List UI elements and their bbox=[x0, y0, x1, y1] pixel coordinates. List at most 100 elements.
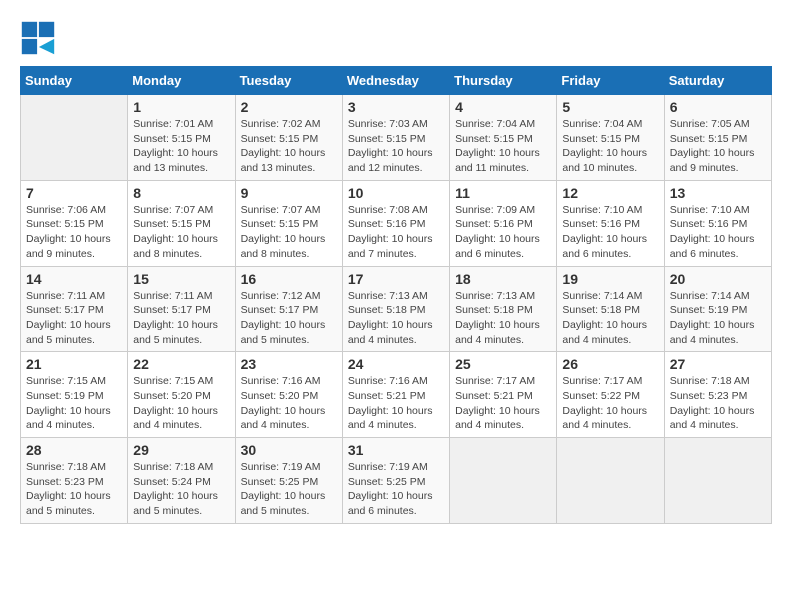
day-number: 13 bbox=[670, 185, 766, 201]
calendar-cell bbox=[21, 95, 128, 181]
day-number: 3 bbox=[348, 99, 444, 115]
logo bbox=[20, 20, 62, 56]
day-number: 22 bbox=[133, 356, 229, 372]
calendar-cell: 6 Sunrise: 7:05 AMSunset: 5:15 PMDaylight… bbox=[664, 95, 771, 181]
calendar-cell: 1Sunrise: 7:01 AMSunset: 5:15 PMDaylight… bbox=[128, 95, 235, 181]
day-info: Sunrise: 7:18 AMSunset: 5:24 PMDaylight:… bbox=[133, 460, 229, 519]
header-cell-tuesday: Tuesday bbox=[235, 67, 342, 95]
calendar-cell: 20Sunrise: 7:14 AMSunset: 5:19 PMDayligh… bbox=[664, 266, 771, 352]
day-number: 24 bbox=[348, 356, 444, 372]
calendar-cell bbox=[664, 438, 771, 524]
day-info: Sunrise: 7:02 AMSunset: 5:15 PMDaylight:… bbox=[241, 117, 337, 176]
day-number: 16 bbox=[241, 271, 337, 287]
calendar-cell: 4Sunrise: 7:04 AMSunset: 5:15 PMDaylight… bbox=[450, 95, 557, 181]
header-cell-saturday: Saturday bbox=[664, 67, 771, 95]
day-info: Sunrise: 7:17 AMSunset: 5:22 PMDaylight:… bbox=[562, 374, 658, 433]
day-info: Sunrise: 7:15 AMSunset: 5:20 PMDaylight:… bbox=[133, 374, 229, 433]
day-info: Sunrise: 7:14 AMSunset: 5:19 PMDaylight:… bbox=[670, 289, 766, 348]
calendar-cell: 28 Sunrise: 7:18 AMSunset: 5:23 PMDayligh… bbox=[21, 438, 128, 524]
day-number: 31 bbox=[348, 442, 444, 458]
calendar-cell: 24 Sunrise: 7:16 AMSunset: 5:21 PMDayligh… bbox=[342, 352, 449, 438]
day-info: Sunrise: 7:17 AMSunset: 5:21 PMDaylight:… bbox=[455, 374, 551, 433]
calendar-cell: 17 Sunrise: 7:13 AMSunset: 5:18 PMDayligh… bbox=[342, 266, 449, 352]
calendar-cell: 30 Sunrise: 7:19 AMSunset: 5:25 PMDayligh… bbox=[235, 438, 342, 524]
day-info: Sunrise: 7:16 AMSunset: 5:21 PMDaylight:… bbox=[348, 374, 444, 433]
calendar-cell: 26 Sunrise: 7:17 AMSunset: 5:22 PMDayligh… bbox=[557, 352, 664, 438]
calendar-cell: 8Sunrise: 7:07 AMSunset: 5:15 PMDaylight… bbox=[128, 180, 235, 266]
day-number: 12 bbox=[562, 185, 658, 201]
day-info: Sunrise: 7:11 AMSunset: 5:17 PMDaylight:… bbox=[133, 289, 229, 348]
day-info: Sunrise: 7:18 AMSunset: 5:23 PMDaylight:… bbox=[26, 460, 122, 519]
day-number: 15 bbox=[133, 271, 229, 287]
day-info: Sunrise: 7:13 AMSunset: 5:18 PMDaylight:… bbox=[348, 289, 444, 348]
day-number: 27 bbox=[670, 356, 766, 372]
day-info: Sunrise: 7:10 AMSunset: 5:16 PMDaylight:… bbox=[670, 203, 766, 262]
day-number: 5 bbox=[562, 99, 658, 115]
calendar-table: SundayMondayTuesdayWednesdayThursdayFrid… bbox=[20, 66, 772, 524]
day-number: 26 bbox=[562, 356, 658, 372]
day-info: Sunrise: 7:06 AMSunset: 5:15 PMDaylight:… bbox=[26, 203, 122, 262]
day-number: 25 bbox=[455, 356, 551, 372]
header-cell-monday: Monday bbox=[128, 67, 235, 95]
day-info: Sunrise: 7:12 AMSunset: 5:17 PMDaylight:… bbox=[241, 289, 337, 348]
day-number: 2 bbox=[241, 99, 337, 115]
day-info: Sunrise: 7:19 AMSunset: 5:25 PMDaylight:… bbox=[241, 460, 337, 519]
calendar-cell: 16 Sunrise: 7:12 AMSunset: 5:17 PMDayligh… bbox=[235, 266, 342, 352]
calendar-cell: 2 Sunrise: 7:02 AMSunset: 5:15 PMDaylight… bbox=[235, 95, 342, 181]
calendar-cell: 13 Sunrise: 7:10 AMSunset: 5:16 PMDayligh… bbox=[664, 180, 771, 266]
header-cell-thursday: Thursday bbox=[450, 67, 557, 95]
calendar-cell: 10 Sunrise: 7:08 AMSunset: 5:16 PMDayligh… bbox=[342, 180, 449, 266]
logo-icon bbox=[20, 20, 56, 56]
calendar-cell bbox=[450, 438, 557, 524]
day-number: 19 bbox=[562, 271, 658, 287]
week-row-5: 28 Sunrise: 7:18 AMSunset: 5:23 PMDayligh… bbox=[21, 438, 772, 524]
day-number: 14 bbox=[26, 271, 122, 287]
day-number: 10 bbox=[348, 185, 444, 201]
week-row-2: 7 Sunrise: 7:06 AMSunset: 5:15 PMDaylight… bbox=[21, 180, 772, 266]
day-info: Sunrise: 7:07 AMSunset: 5:15 PMDaylight:… bbox=[241, 203, 337, 262]
header-cell-sunday: Sunday bbox=[21, 67, 128, 95]
calendar-cell: 29 Sunrise: 7:18 AMSunset: 5:24 PMDayligh… bbox=[128, 438, 235, 524]
day-info: Sunrise: 7:09 AMSunset: 5:16 PMDaylight:… bbox=[455, 203, 551, 262]
day-number: 11 bbox=[455, 185, 551, 201]
calendar-cell: 21Sunrise: 7:15 AMSunset: 5:19 PMDayligh… bbox=[21, 352, 128, 438]
calendar-cell: 27 Sunrise: 7:18 AMSunset: 5:23 PMDayligh… bbox=[664, 352, 771, 438]
calendar-header-row: SundayMondayTuesdayWednesdayThursdayFrid… bbox=[21, 67, 772, 95]
header-cell-wednesday: Wednesday bbox=[342, 67, 449, 95]
day-info: Sunrise: 7:19 AMSunset: 5:25 PMDaylight:… bbox=[348, 460, 444, 519]
week-row-3: 14 Sunrise: 7:11 AMSunset: 5:17 PMDayligh… bbox=[21, 266, 772, 352]
week-row-1: 1Sunrise: 7:01 AMSunset: 5:15 PMDaylight… bbox=[21, 95, 772, 181]
calendar-cell: 11 Sunrise: 7:09 AMSunset: 5:16 PMDayligh… bbox=[450, 180, 557, 266]
calendar-cell: 12 Sunrise: 7:10 AMSunset: 5:16 PMDayligh… bbox=[557, 180, 664, 266]
week-row-4: 21Sunrise: 7:15 AMSunset: 5:19 PMDayligh… bbox=[21, 352, 772, 438]
calendar-cell: 23Sunrise: 7:16 AMSunset: 5:20 PMDayligh… bbox=[235, 352, 342, 438]
day-info: Sunrise: 7:08 AMSunset: 5:16 PMDaylight:… bbox=[348, 203, 444, 262]
day-info: Sunrise: 7:05 AMSunset: 5:15 PMDaylight:… bbox=[670, 117, 766, 176]
day-number: 9 bbox=[241, 185, 337, 201]
day-info: Sunrise: 7:13 AMSunset: 5:18 PMDaylight:… bbox=[455, 289, 551, 348]
day-number: 28 bbox=[26, 442, 122, 458]
day-info: Sunrise: 7:07 AMSunset: 5:15 PMDaylight:… bbox=[133, 203, 229, 262]
day-info: Sunrise: 7:03 AMSunset: 5:15 PMDaylight:… bbox=[348, 117, 444, 176]
day-info: Sunrise: 7:10 AMSunset: 5:16 PMDaylight:… bbox=[562, 203, 658, 262]
calendar-cell: 3 Sunrise: 7:03 AMSunset: 5:15 PMDaylight… bbox=[342, 95, 449, 181]
day-info: Sunrise: 7:18 AMSunset: 5:23 PMDaylight:… bbox=[670, 374, 766, 433]
day-number: 4 bbox=[455, 99, 551, 115]
calendar-cell: 15 Sunrise: 7:11 AMSunset: 5:17 PMDayligh… bbox=[128, 266, 235, 352]
calendar-cell: 19Sunrise: 7:14 AMSunset: 5:18 PMDayligh… bbox=[557, 266, 664, 352]
day-number: 1 bbox=[133, 99, 229, 115]
day-number: 7 bbox=[26, 185, 122, 201]
day-info: Sunrise: 7:04 AMSunset: 5:15 PMDaylight:… bbox=[562, 117, 658, 176]
calendar-cell bbox=[557, 438, 664, 524]
day-number: 29 bbox=[133, 442, 229, 458]
day-number: 18 bbox=[455, 271, 551, 287]
calendar-cell: 18 Sunrise: 7:13 AMSunset: 5:18 PMDayligh… bbox=[450, 266, 557, 352]
day-number: 30 bbox=[241, 442, 337, 458]
calendar-cell: 22 Sunrise: 7:15 AMSunset: 5:20 PMDayligh… bbox=[128, 352, 235, 438]
day-number: 6 bbox=[670, 99, 766, 115]
day-number: 17 bbox=[348, 271, 444, 287]
calendar-cell: 7 Sunrise: 7:06 AMSunset: 5:15 PMDaylight… bbox=[21, 180, 128, 266]
header-cell-friday: Friday bbox=[557, 67, 664, 95]
calendar-cell: 14Sunrise: 7:11 AMSunset: 5:17 PMDayligh… bbox=[21, 266, 128, 352]
calendar-cell: 5 Sunrise: 7:04 AMSunset: 5:15 PMDaylight… bbox=[557, 95, 664, 181]
